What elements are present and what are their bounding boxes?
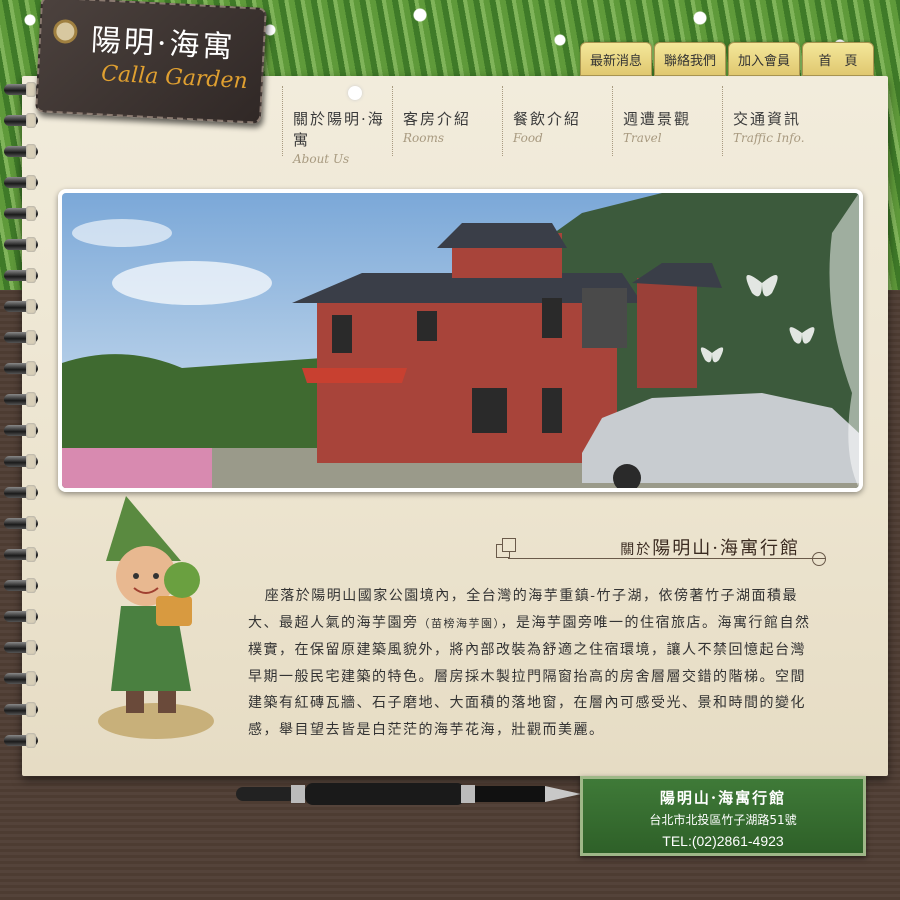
pen-icon bbox=[236, 783, 581, 805]
tab-contact[interactable]: 聯絡我們 bbox=[654, 42, 726, 76]
nav-label-cn: 週遭景觀 bbox=[623, 110, 692, 128]
binding-ring bbox=[4, 671, 38, 686]
tab-news[interactable]: 最新消息 bbox=[580, 42, 652, 76]
nav-label-en: About Us bbox=[293, 152, 350, 166]
binding-ring bbox=[4, 609, 38, 624]
paragraph-part2: ，是海芋園旁唯一的住宿旅店。海寓行館自然樸實，在保留原建築風貌外，將內部改裝為舒… bbox=[248, 614, 811, 738]
binding-ring bbox=[4, 82, 38, 97]
nav-label-cn: 客房介紹 bbox=[403, 110, 472, 128]
hero-scene bbox=[62, 193, 859, 488]
awning bbox=[302, 368, 407, 383]
binding-ring bbox=[4, 237, 38, 252]
nav-label-cn: 餐飲介紹 bbox=[513, 110, 582, 128]
nav-item-food[interactable]: 餐飲介紹 Food bbox=[502, 86, 612, 156]
binding-ring bbox=[4, 733, 38, 748]
binding-ring bbox=[4, 485, 38, 500]
binding-ring bbox=[4, 702, 38, 717]
section-heading: 關於陽明山·海寓行館 bbox=[490, 532, 826, 566]
binding-ring bbox=[4, 206, 38, 221]
about-paragraph: 座落於陽明山國家公園境內，全台灣的海芋重鎮-竹子湖，依傍著竹子湖面積最大、最超人… bbox=[248, 583, 814, 743]
main-nav: 關於陽明·海寓 About Us 客房介紹 Rooms 餐飲介紹 Food 週遭… bbox=[282, 86, 832, 166]
nav-label-en: Traffic Info. bbox=[733, 131, 805, 145]
nav-label-cn: 交通資訊 bbox=[733, 110, 802, 128]
section-title-prefix: 關於 bbox=[620, 542, 653, 558]
binding-ring bbox=[4, 361, 38, 376]
section-title-main: 陽明山·海寓行館 bbox=[652, 538, 800, 559]
contact-name: 陽明山·海寓行館 bbox=[659, 789, 787, 807]
paragraph-note: （苗榜海芋園） bbox=[418, 616, 501, 630]
contact-phone[interactable]: TEL:(02)2861-4923 bbox=[583, 833, 863, 849]
hero-photo bbox=[58, 189, 863, 492]
binding-ring bbox=[4, 578, 38, 593]
binding-ring bbox=[4, 268, 38, 283]
contact-box: 陽明山·海寓行館 台北市北投區竹子湖路51號 TEL:(02)2861-4923 bbox=[580, 776, 866, 856]
heading-square-deco bbox=[502, 538, 516, 552]
contact-address: 台北市北投區竹子湖路51號 bbox=[649, 813, 797, 827]
binding-ring bbox=[4, 175, 38, 190]
tab-join[interactable]: 加入會員 bbox=[728, 42, 800, 76]
binding-ring bbox=[4, 454, 38, 469]
nav-label-cn: 關於陽明·海寓 bbox=[293, 110, 385, 149]
tab-home[interactable]: 首 頁 bbox=[802, 42, 874, 76]
nav-item-traffic[interactable]: 交通資訊 Traffic Info. bbox=[722, 86, 832, 156]
binding-ring bbox=[4, 547, 38, 562]
nav-label-en: Rooms bbox=[403, 131, 445, 145]
logo-name-cn: 陽明·海寓 bbox=[90, 22, 237, 66]
logo-name-en: Calla Garden bbox=[100, 61, 249, 95]
binding-ring bbox=[4, 392, 38, 407]
nav-item-rooms[interactable]: 客房介紹 Rooms bbox=[392, 86, 502, 156]
binding-ring bbox=[4, 640, 38, 655]
logo-tag[interactable]: 陽明·海寓 Calla Garden bbox=[35, 0, 267, 124]
binding-ring bbox=[4, 299, 38, 314]
binding-ring bbox=[4, 423, 38, 438]
nav-item-travel[interactable]: 週遭景觀 Travel bbox=[612, 86, 722, 156]
elf-figurine bbox=[98, 496, 214, 739]
section-title: 關於陽明山·海寓行館 bbox=[620, 534, 800, 560]
nav-item-about[interactable]: 關於陽明·海寓 About Us bbox=[282, 86, 392, 166]
binding-ring bbox=[4, 330, 38, 345]
binding-ring bbox=[4, 144, 38, 159]
top-tabs: 最新消息 聯絡我們 加入會員 首 頁 bbox=[580, 42, 874, 76]
binding-ring bbox=[4, 113, 38, 128]
spiral-binding bbox=[4, 82, 40, 774]
tag-hole bbox=[52, 18, 78, 45]
heading-end-deco bbox=[812, 552, 826, 566]
nav-label-en: Food bbox=[513, 131, 543, 145]
nav-label-en: Travel bbox=[623, 131, 662, 145]
binding-ring bbox=[4, 516, 38, 531]
